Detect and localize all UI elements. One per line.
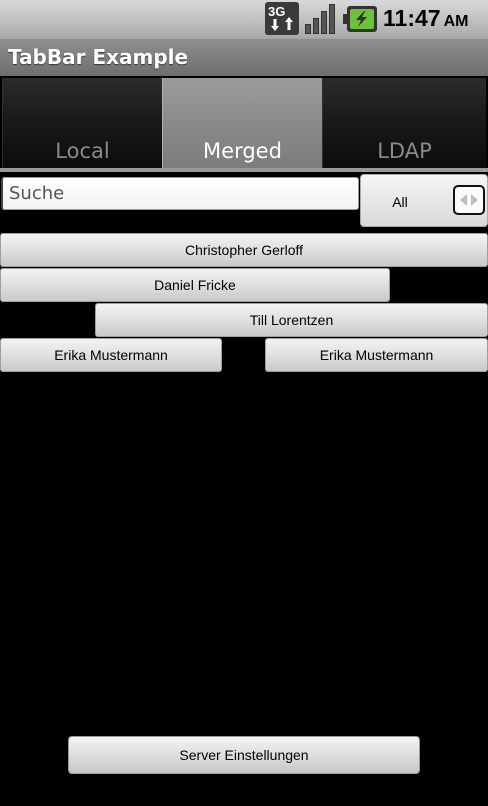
clock-time: 11:47 <box>383 5 441 31</box>
battery-charging-icon <box>343 6 377 32</box>
tab-label: Local <box>55 139 110 163</box>
spinner-arrows-icon <box>453 185 485 215</box>
tab-bar: Local Merged LDAP <box>0 76 488 172</box>
tab-indicator-line <box>0 168 488 172</box>
tab-label: LDAP <box>377 139 432 163</box>
signal-strength-icon <box>305 4 335 34</box>
tab-label: Merged <box>203 139 282 163</box>
contact-button[interactable]: Erika Mustermann <box>265 338 488 372</box>
filter-selected-value: All <box>392 194 408 210</box>
tab-merged[interactable]: Merged <box>162 78 322 169</box>
contact-button[interactable]: Till Lorentzen <box>95 303 488 337</box>
search-input[interactable] <box>1 177 359 210</box>
network-3g-icon: 3G <box>265 2 299 35</box>
tab-local[interactable]: Local <box>2 78 162 169</box>
status-bar: 3G 11:47 AM <box>0 0 488 39</box>
contact-button[interactable]: Erika Mustermann <box>0 338 222 372</box>
title-bar: TabBar Example <box>0 38 488 77</box>
tab-ldap[interactable]: LDAP <box>322 78 486 169</box>
server-settings-button[interactable]: Server Einstellungen <box>68 736 420 774</box>
contact-button[interactable]: Daniel Fricke <box>0 268 390 302</box>
app-screen: 3G 11:47 AM TabBar Example Local Merged … <box>0 0 488 806</box>
network-type-label: 3G <box>268 4 285 19</box>
app-title: TabBar Example <box>8 45 189 69</box>
contact-button[interactable]: Christopher Gerloff <box>0 233 488 267</box>
clock-ampm: AM <box>443 13 469 30</box>
clock: 11:47 AM <box>383 5 468 32</box>
filter-spinner[interactable]: All <box>360 174 488 227</box>
